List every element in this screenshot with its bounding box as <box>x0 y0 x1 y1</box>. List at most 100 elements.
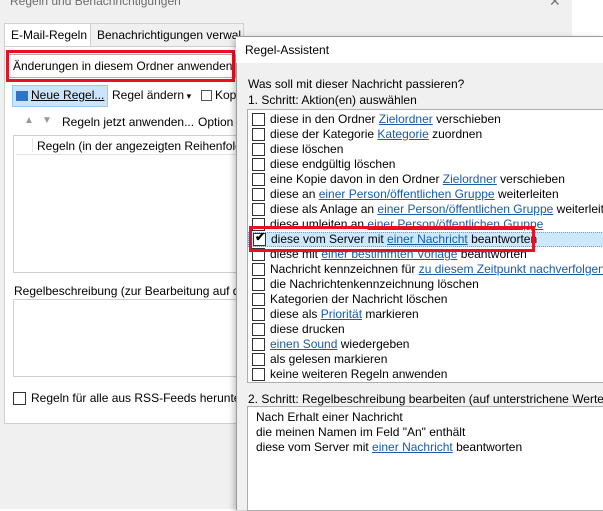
action-text: Kategorien der Nachricht löschen <box>270 292 448 306</box>
action-text: zuordnen <box>428 127 483 141</box>
action-text: verschieben <box>432 112 501 126</box>
description-text: Nach Erhalt einer Nachricht <box>256 410 403 424</box>
rule-description-line: Nach Erhalt einer Nachricht <box>256 410 403 424</box>
rules-dialog-title: Regeln und Benachrichtigungen <box>10 0 181 8</box>
wizard-question: Was soll mit dieser Nachricht passieren? <box>248 77 465 91</box>
rules-toolbar-secondary: ▲ ▼ Regeln jetzt anwenden... Option <box>24 115 244 131</box>
rules-header-label: Regeln (in der angezeigten Reihenfolg <box>37 139 236 153</box>
rss-rules-option[interactable]: Regeln für alle aus RSS-Feeds herunterg <box>13 391 252 406</box>
action-checkbox[interactable] <box>252 173 265 187</box>
tab-notifications[interactable]: Benachrichtigungen verwal <box>90 23 244 46</box>
action-checkbox[interactable] <box>252 158 265 172</box>
action-item[interactable]: diese in den Ordner Zielordner verschieb… <box>252 112 501 127</box>
rules-list[interactable] <box>13 135 243 273</box>
description-text: beantworten <box>452 440 523 454</box>
action-item[interactable]: diese löschen <box>252 142 343 157</box>
description-text: diese vom Server mit <box>256 440 373 454</box>
action-checkbox[interactable] <box>252 368 265 382</box>
action-item[interactable]: die Nachrichtenkennzeichnung löschen <box>252 277 479 292</box>
copy-label: Kop <box>215 88 237 102</box>
action-text: diese der Kategorie <box>270 127 378 141</box>
options-button[interactable]: Option <box>198 115 233 129</box>
action-link[interactable]: Priorität <box>321 307 362 321</box>
change-rule-button[interactable]: Regel ändern ▾ <box>112 85 191 105</box>
description-text: die meinen Namen im Feld "An" enthält <box>256 425 466 439</box>
new-rule-button[interactable]: Neue Regel... <box>12 85 108 107</box>
action-link[interactable]: Kategorie <box>377 127 428 141</box>
move-down-icon[interactable]: ▼ <box>42 115 52 126</box>
rule-description-line: diese vom Server mit einer Nachricht bea… <box>256 440 522 454</box>
action-item[interactable]: diese als Anlage an einer Person/öffentl… <box>252 202 603 217</box>
action-link[interactable]: einen Sound <box>270 337 337 351</box>
action-item[interactable]: diese der Kategorie Kategorie zuordnen <box>252 127 482 142</box>
tab-email-rules[interactable]: E-Mail-Regeln <box>4 23 98 46</box>
action-checkbox[interactable] <box>252 203 265 217</box>
action-text: wiedergeben <box>337 337 410 351</box>
action-item[interactable]: eine Kopie davon in den Ordner Zielordne… <box>252 172 565 187</box>
rules-list-header: Regeln (in der angezeigten Reihenfolg <box>16 138 236 155</box>
step2-label: 2. Schritt: Regelbeschreibung bearbeiten… <box>248 392 603 406</box>
action-text: diese löschen <box>270 142 344 156</box>
action-item[interactable]: diese endgültig löschen <box>252 157 395 172</box>
action-checkbox[interactable] <box>252 293 265 307</box>
new-rule-label: Neue Regel... <box>31 88 105 102</box>
action-checkbox[interactable] <box>252 263 265 277</box>
description-link[interactable]: einer Nachricht <box>372 440 453 454</box>
action-item[interactable]: diese als Priorität markieren <box>252 307 419 322</box>
action-text: verschieben <box>496 172 565 186</box>
close-icon[interactable]: ✕ <box>549 0 561 10</box>
run-rules-button[interactable]: Regeln jetzt anwenden... <box>62 115 194 129</box>
action-link[interactable]: zu diesem Zeitpunkt nachverfolgen <box>419 262 603 276</box>
action-checkbox[interactable] <box>252 278 265 292</box>
action-checkbox[interactable] <box>252 323 265 337</box>
action-link[interactable]: einer Person/öffentlichen Gruppe <box>319 187 495 201</box>
action-text: diese in den Ordner <box>270 112 379 126</box>
rule-description-box <box>13 299 243 377</box>
rule-wizard-title: Regel-Assistent <box>245 43 330 57</box>
action-text: diese an <box>270 187 319 201</box>
action-checkbox[interactable] <box>252 353 265 367</box>
action-checkbox[interactable] <box>252 143 265 157</box>
action-checkbox[interactable] <box>252 308 265 322</box>
action-checkbox[interactable] <box>252 128 265 142</box>
action-item[interactable]: keine weiteren Regeln anwenden <box>252 367 447 382</box>
action-item[interactable]: einen Sound wiedergeben <box>252 337 409 352</box>
action-checkbox[interactable] <box>252 188 265 202</box>
copy-rule-button[interactable]: Kop <box>198 85 236 105</box>
move-up-icon[interactable]: ▲ <box>24 115 34 126</box>
new-rule-icon <box>16 90 28 101</box>
action-text: weiterleiten <box>494 187 559 201</box>
action-text: diese drucken <box>270 322 345 336</box>
action-item[interactable]: als gelesen markieren <box>252 352 387 367</box>
rule-description-line: die meinen Namen im Feld "An" enthält <box>256 425 465 439</box>
folder-select-highlight <box>6 50 235 82</box>
action-text: diese endgültig löschen <box>270 157 396 171</box>
rules-toolbar: Neue Regel... Regel ändern ▾ Kop <box>12 85 252 107</box>
action-link[interactable]: Zielordner <box>443 172 497 186</box>
action-text: Nachricht kennzeichnen für <box>270 262 419 276</box>
rule-description-label: Regelbeschreibung (zur Bearbeitung auf d… <box>14 284 243 298</box>
action-link[interactable]: einer Person/öffentlichen Gruppe <box>377 202 553 216</box>
action-text: eine Kopie davon in den Ordner <box>270 172 443 186</box>
action-item[interactable]: diese drucken <box>252 322 345 337</box>
chevron-down-icon: ▾ <box>184 91 192 101</box>
action-text: als gelesen markieren <box>270 352 388 366</box>
rss-checkbox[interactable] <box>13 392 26 406</box>
action-text: die Nachrichtenkennzeichnung löschen <box>270 277 479 291</box>
action-text: markieren <box>362 307 419 321</box>
action-text: diese als <box>270 307 321 321</box>
action-checkbox[interactable] <box>252 338 265 352</box>
action-item[interactable]: Nachricht kennzeichnen für zu diesem Zei… <box>252 262 603 277</box>
action-item[interactable]: diese an einer Person/öffentlichen Grupp… <box>252 187 559 202</box>
rule-description-editor: Nach Erhalt einer Nachricht die meinen Na… <box>247 406 603 511</box>
action-text: diese als Anlage an <box>270 202 378 216</box>
action-item[interactable]: Kategorien der Nachricht löschen <box>252 292 447 307</box>
rss-label: Regeln für alle aus RSS-Feeds herunterg <box>31 391 252 405</box>
selected-action-highlight <box>249 226 535 252</box>
action-link[interactable]: Zielordner <box>379 112 433 126</box>
action-text: weiterleiten <box>556 202 603 216</box>
step1-label: 1. Schritt: Aktion(en) auswählen <box>248 93 417 107</box>
action-text: keine weiteren Regeln anwenden <box>270 367 448 381</box>
action-checkbox[interactable] <box>252 113 265 127</box>
copy-icon <box>201 90 212 102</box>
